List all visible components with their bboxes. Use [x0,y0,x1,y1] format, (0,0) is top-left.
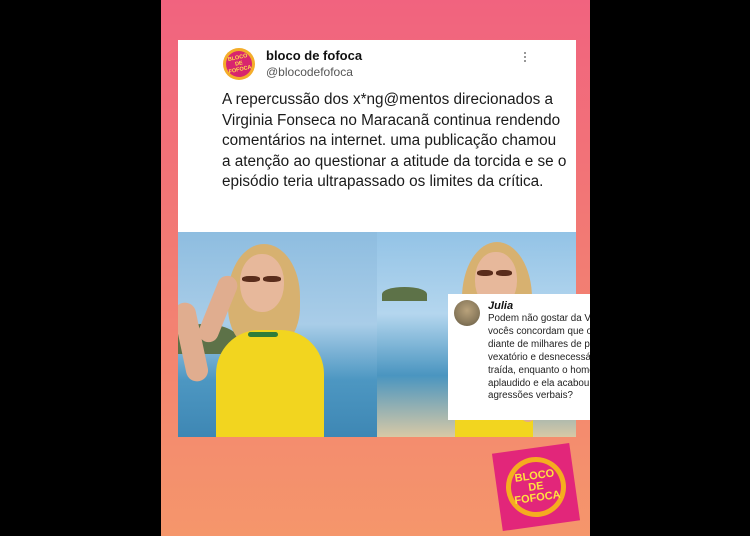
commenter-name: Julia [488,300,514,312]
comment-card: Julia Podem não gostar da Virginia, mas … [448,294,590,420]
commenter-avatar [454,300,480,326]
avatar-logo: BLOCO DE FOFOCA [223,48,255,80]
display-name[interactable]: bloco de fofoca [266,48,362,63]
comment-text: Podem não gostar da Virginia, mas vocês … [488,313,590,402]
photo-left[interactable] [178,232,377,437]
bloco-de-fofoca-logo: BLOCO DE FOFOCA [491,442,581,532]
more-vertical-icon[interactable] [523,52,527,66]
post-text: A repercussão dos x*ng@mentos direcionad… [222,91,567,191]
profile-avatar[interactable]: BLOCO DE FOFOCA [223,48,255,80]
post-card[interactable]: BLOCO DE FOFOCA bloco de fofoca @blocodef… [178,40,576,232]
username-handle[interactable]: @blocodefofoca [266,65,353,79]
story-frame: BLOCO DE FOFOCA bloco de fofoca @blocodef… [161,0,590,536]
